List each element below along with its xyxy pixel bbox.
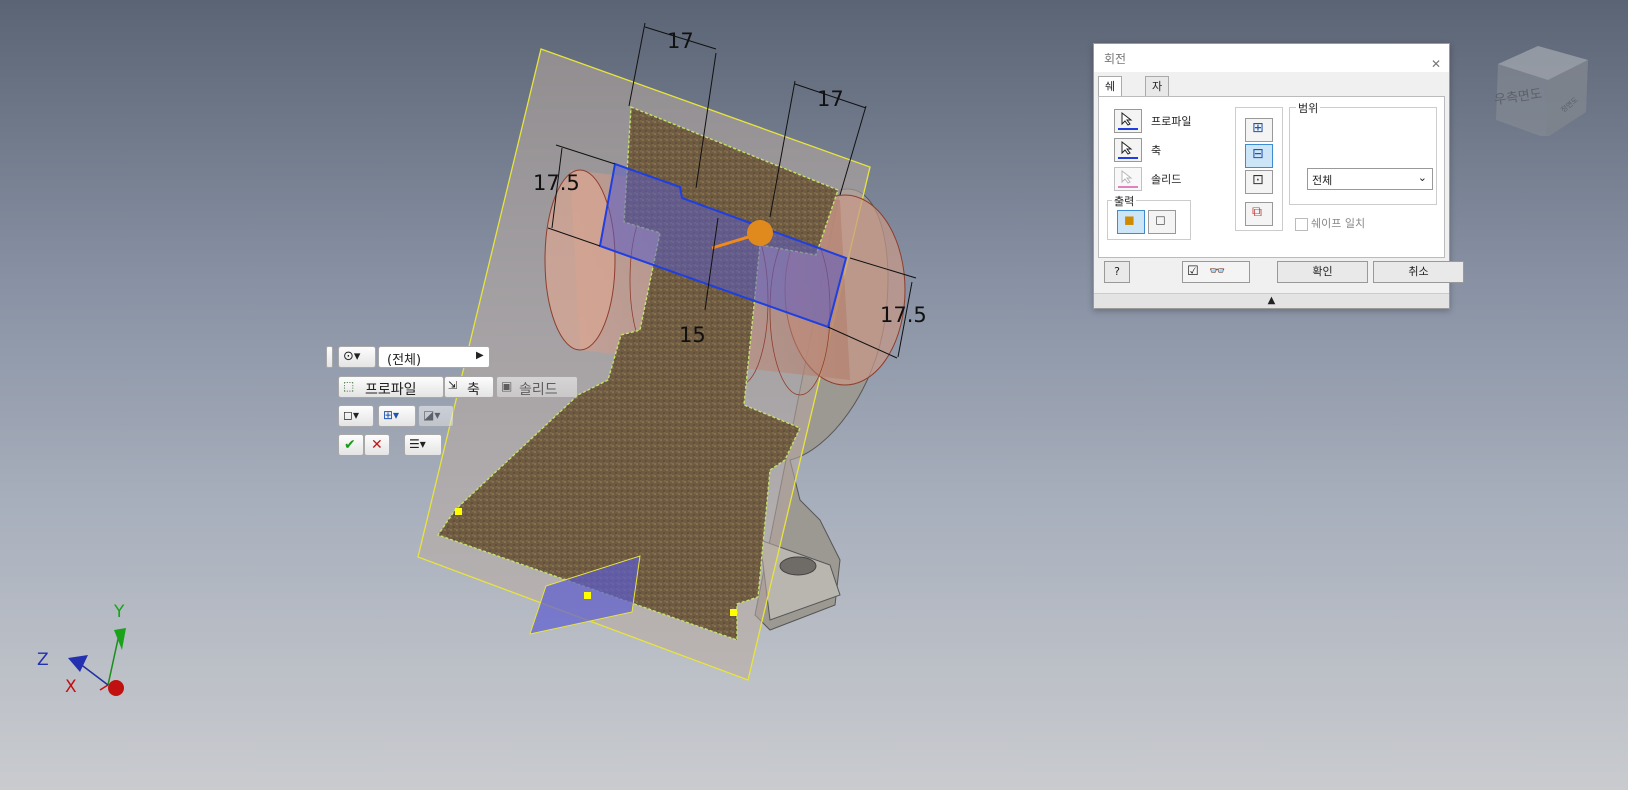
tab-shape[interactable]: 쉐이프 — [1098, 76, 1123, 131]
output-type-dropdown[interactable]: ◻▾ — [338, 405, 374, 427]
output-solid-button[interactable]: ◼ — [1117, 210, 1145, 234]
surface-body-icon: ◻ — [1155, 213, 1166, 228]
join-operation-icon: ⊞▾ — [383, 408, 400, 422]
extent-value-arrow[interactable]: ▶ — [476, 350, 484, 361]
checkmark-icon: ✔ — [344, 437, 356, 453]
graphics-viewport[interactable]: 17 17 17.5 17.5 15 Y Z X 우측면도 정면도 ⊙▾ (전체… — [0, 0, 1628, 790]
mini-solid-button[interactable]: ▣ 솔리드 — [496, 376, 578, 398]
cut-icon: ⊟ — [1252, 146, 1264, 162]
view-cube[interactable]: 우측면도 정면도 — [1488, 46, 1598, 138]
triad-x-label: X — [65, 677, 77, 697]
revolve-extent-icon: ⊙▾ — [343, 349, 361, 364]
dimension-center[interactable]: 15 — [679, 323, 706, 347]
output-group-label: 출력 — [1112, 193, 1137, 209]
mini-profile-label: 프로파일 — [365, 382, 417, 398]
chevron-down-icon: ⌄ — [1417, 171, 1427, 184]
match-shape-label: 쉐이프 일치 — [1311, 217, 1366, 230]
intersect-button[interactable]: ⊡ — [1245, 170, 1273, 194]
mini-cancel-button[interactable]: ✕ — [364, 434, 390, 456]
mini-solid-label: 솔리드 — [519, 382, 558, 398]
intersect-icon: ⊡ — [1252, 172, 1264, 188]
dimension-left[interactable]: 17.5 — [533, 171, 580, 195]
solid-select-button[interactable] — [1114, 167, 1142, 191]
ok-button[interactable]: 확인 — [1277, 261, 1368, 283]
dimension-right[interactable]: 17.5 — [880, 303, 927, 327]
help-icon: ? — [1114, 265, 1120, 278]
output-group: 출력 ◼ ◻ — [1107, 193, 1191, 240]
cross-icon: ✕ — [371, 437, 383, 453]
shape-tab-panel: 프로파일 축 솔리드 출력 ◼ ◻ ⊞ ⊟ ⊡ ⧉ 범위 전체 ⌄ 쉐이프 일치 — [1098, 96, 1445, 258]
mini-axis-button[interactable]: ⇲ 축 — [444, 376, 494, 398]
extent-dropdown[interactable]: 전체 ⌄ — [1307, 168, 1433, 190]
operation-group: ⊞ ⊟ ⊡ ⧉ — [1235, 107, 1283, 231]
extent-type-dropdown[interactable]: ⊙▾ — [338, 346, 376, 368]
dimension-top-left[interactable]: 17 — [667, 29, 694, 53]
triad-z-label: Z — [37, 650, 49, 670]
solid-select-icon: ▣ — [501, 379, 513, 393]
extent-value: (전체) — [387, 353, 422, 368]
dialog-titlebar[interactable]: 회전 ✕ — [1094, 44, 1449, 72]
solid-body-icon: ◼ — [1124, 213, 1135, 228]
solid-output-icon: ◻▾ — [343, 408, 359, 422]
preview-toggle[interactable]: ☑ 👓 — [1182, 261, 1250, 283]
cursor-arrow-icon — [1121, 112, 1133, 126]
match-shape-checkbox[interactable] — [1295, 218, 1308, 231]
cursor-arrow-icon — [1121, 170, 1133, 184]
dialog-expander[interactable]: ▲ — [1094, 293, 1449, 308]
match-shape-dropdown[interactable]: ◪▾ — [418, 405, 454, 427]
options-list-icon: ☰▾ — [409, 437, 426, 451]
dialog-title: 회전 — [1104, 52, 1127, 66]
new-solid-icon: ⧉ — [1252, 204, 1262, 220]
triad-y-label: Y — [114, 602, 125, 622]
revolve-dialog: 회전 ✕ 쉐이프 자세히 프로파일 축 — [1093, 43, 1464, 309]
solid-label: 솔리드 — [1151, 173, 1182, 186]
mini-options-dropdown[interactable]: ☰▾ — [404, 434, 442, 456]
mini-toolbar-grip[interactable] — [326, 346, 333, 368]
output-surface-button[interactable]: ◻ — [1148, 210, 1176, 234]
help-button[interactable]: ? — [1104, 261, 1130, 283]
dimension-top-right[interactable]: 17 — [817, 87, 844, 111]
operation-dropdown[interactable]: ⊞▾ — [378, 405, 416, 427]
join-icon: ⊞ — [1252, 120, 1264, 136]
dialog-close-button[interactable]: ✕ — [1421, 47, 1443, 71]
cut-button[interactable]: ⊟ — [1245, 144, 1273, 168]
close-icon: ✕ — [1431, 57, 1442, 71]
axis-label: 축 — [1151, 144, 1162, 157]
new-solid-button[interactable]: ⧉ — [1245, 202, 1273, 226]
axis-select-icon: ⇲ — [448, 379, 458, 392]
axis-select-button[interactable] — [1114, 138, 1142, 162]
mini-ok-button[interactable]: ✔ — [338, 434, 364, 456]
join-button[interactable]: ⊞ — [1245, 118, 1273, 142]
extent-dropdown-value: 전체 — [1312, 174, 1333, 187]
checkbox-checked-icon: ☑ — [1187, 264, 1199, 279]
cancel-button[interactable]: 취소 — [1373, 261, 1464, 283]
mini-profile-button[interactable]: ⬚ 프로파일 — [338, 376, 444, 398]
triangle-up-icon: ▲ — [1267, 295, 1276, 306]
cursor-arrow-icon — [1121, 141, 1133, 155]
extent-group: 범위 — [1289, 100, 1437, 205]
profile-label: 프로파일 — [1151, 115, 1192, 128]
mini-axis-label: 축 — [467, 382, 480, 398]
match-shape-icon: ◪▾ — [423, 408, 441, 422]
extent-group-label: 범위 — [1296, 100, 1321, 116]
profile-select-icon: ⬚ — [343, 379, 355, 393]
profile-select-button[interactable] — [1114, 109, 1142, 133]
extent-value-field[interactable]: (전체) — [378, 346, 490, 368]
tab-more[interactable]: 자세히 — [1145, 76, 1170, 131]
glasses-icon: 👓 — [1209, 264, 1226, 279]
